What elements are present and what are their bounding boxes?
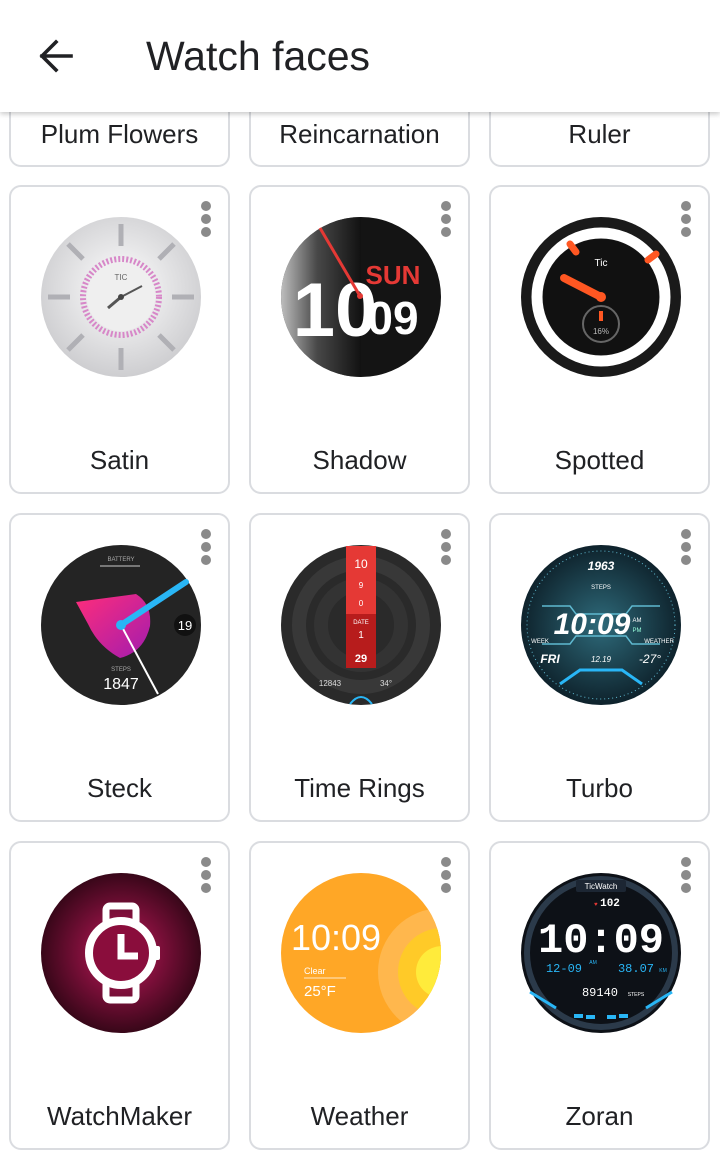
watch-steps-label: STEPS <box>111 667 131 673</box>
watch-face-card-steck[interactable]: BATTERY 19 STEPS 1847 Steck <box>9 513 230 822</box>
watch-face-card-shadow[interactable]: 10 SUN 09 Shadow <box>249 185 470 494</box>
watch-face-preview <box>40 872 202 1034</box>
watch-pm-text: PM <box>633 628 642 634</box>
arrow-back-icon <box>39 39 73 73</box>
watch-face-card-satin[interactable]: TIC Satin <box>9 185 230 494</box>
watch-face-preview: 10:09 Clear 25°F <box>280 872 442 1034</box>
watch-face-label: Steck <box>86 773 153 803</box>
watch-day-text: SUN <box>366 260 421 290</box>
watch-face-preview: 1963 STEPS 10:09 AM PM WEEK FRI 12.19 WE… <box>520 544 682 706</box>
watch-temp-text: -27° <box>639 652 661 666</box>
watch-face-preview: 10 SUN 09 <box>280 216 442 378</box>
watch-heart-text: 102 <box>600 898 620 910</box>
watch-brand-text: TIC <box>115 273 128 282</box>
watch-face-card-weather[interactable]: 10:09 Clear 25°F Weather <box>249 841 470 1150</box>
page-title: Watch faces <box>146 33 371 79</box>
watch-date-text: 09 <box>367 292 418 344</box>
watch-time-text: 10:09 <box>554 608 631 641</box>
watch-hour-text: 10 <box>354 557 368 571</box>
watch-face-card-watchmaker[interactable]: WatchMaker <box>9 841 230 1150</box>
watch-face-label: Weather <box>310 1101 409 1131</box>
watch-battery-label: BATTERY <box>107 557 134 563</box>
watch-time-text: 10:09 <box>291 917 381 958</box>
watch-condition-text: Clear <box>304 966 326 976</box>
watch-face-card-spotted[interactable]: Tic 16% Spotted <box>489 185 710 494</box>
watch-face-card-time-rings[interactable]: 10 9 0 DATE 1 29 12843 34° Time Rings <box>249 513 470 822</box>
watch-face-preview: TIC <box>40 216 202 378</box>
watch-face-card-reincarnation[interactable]: Reincarnation <box>249 112 470 167</box>
watch-am-text: AM <box>633 618 642 624</box>
watch-week-label: WEEK <box>531 639 549 645</box>
watch-face-preview: 10 9 0 DATE 1 29 12843 34° <box>280 544 442 706</box>
watch-battery-text: 16% <box>593 327 609 336</box>
watch-weather-label: WEATHER <box>644 639 674 645</box>
watch-face-card-turbo[interactable]: 1963 STEPS 10:09 AM PM WEEK FRI 12.19 WE… <box>489 513 710 822</box>
watch-brand-text: Tic <box>595 258 608 269</box>
watch-date-label: DATE <box>353 620 369 626</box>
watch-face-preview: Tic 16% <box>520 216 682 378</box>
watch-face-label: Ruler <box>568 119 631 149</box>
watch-face-label: Shadow <box>312 445 407 475</box>
watch-date-text: 12-09 <box>546 962 582 976</box>
watch-face-label: Turbo <box>566 773 633 803</box>
watch-brand-text: TicWatch <box>585 882 618 891</box>
watch-face-preview: BATTERY 19 STEPS 1847 <box>40 544 202 706</box>
watch-km-text: KM <box>659 968 667 974</box>
watch-face-card-ruler[interactable]: Ruler <box>489 112 710 167</box>
watch-day-b-text: 29 <box>355 653 367 665</box>
watch-face-label: Zoran <box>565 1101 634 1131</box>
watch-temp-text: 34° <box>380 679 392 688</box>
watch-face-label: Satin <box>89 445 150 475</box>
watch-minute-a-text: 9 <box>359 581 364 590</box>
watch-date-text: 19 <box>178 618 192 633</box>
back-button[interactable] <box>28 28 84 84</box>
watch-face-card-plum-flowers[interactable]: Plum Flowers <box>9 112 230 167</box>
watch-minute-b-text: 0 <box>359 599 364 608</box>
watch-face-label: Reincarnation <box>279 119 440 149</box>
watch-steps-text: 89140 <box>582 986 618 1000</box>
watch-steps-text: 12843 <box>319 679 342 688</box>
watch-steps-label: STEPS <box>628 992 645 998</box>
watch-temp-text: 25°F <box>304 983 336 1000</box>
watch-steps-label: STEPS <box>591 585 611 591</box>
watch-face-card-zoran[interactable]: TicWatch ♥ 102 10:09 12-09 AM 38.07 KM 8… <box>489 841 710 1150</box>
watch-am-text: AM <box>589 960 597 966</box>
watch-face-preview: TicWatch ♥ 102 10:09 12-09 AM 38.07 KM 8… <box>520 872 682 1034</box>
watch-face-label: Plum Flowers <box>40 119 199 149</box>
watch-time-text: 10:09 <box>538 917 664 965</box>
svg-text:♥: ♥ <box>594 902 598 908</box>
watch-face-label: Spotted <box>554 445 645 475</box>
watch-date-text: 12.19 <box>591 655 612 664</box>
watch-steps-text: 1847 <box>103 676 139 693</box>
watch-face-label: Time Rings <box>294 773 425 803</box>
watch-distance-text: 38.07 <box>618 962 654 976</box>
watch-face-label: WatchMaker <box>47 1101 192 1131</box>
watch-day-text: FRI <box>540 652 560 666</box>
watch-year-text: 1963 <box>588 559 615 573</box>
app-bar: Watch faces <box>0 0 720 112</box>
watch-day-a-text: 1 <box>358 630 364 641</box>
